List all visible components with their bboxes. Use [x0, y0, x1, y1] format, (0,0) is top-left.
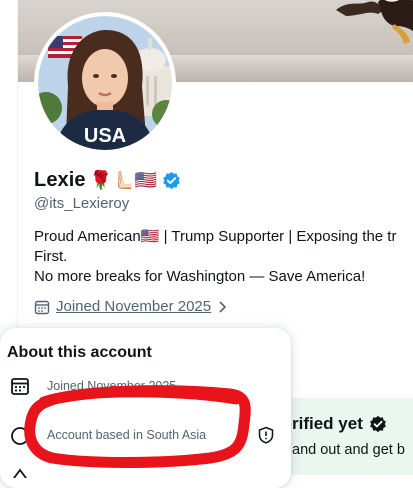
globe-icon — [11, 427, 29, 445]
display-name: Lexie — [34, 168, 86, 191]
about-card-title: About this account — [7, 344, 152, 361]
shield-icon[interactable] — [257, 426, 275, 444]
verify-panel-text: and out and get b — [292, 442, 405, 458]
about-location-row: Account based in South Asia — [10, 424, 280, 446]
bio-line-2: First. — [34, 248, 68, 265]
about-joined-row: Joined November 2025 — [10, 376, 176, 396]
avatar-image: USA — [38, 16, 172, 150]
joined-date-link[interactable]: Joined November 2025 — [56, 298, 211, 315]
avatar-shirt-text: USA — [84, 125, 126, 147]
about-account-card: About this account Joined November 2025 … — [0, 328, 291, 488]
chevron-right-icon — [219, 300, 227, 313]
verify-title-text: rified yet — [292, 414, 363, 433]
verified-badge-icon[interactable] — [162, 171, 181, 190]
joined-row[interactable]: Joined November 2025 — [34, 298, 227, 315]
verify-panel — [272, 398, 413, 475]
about-joined-text: Joined November 2025 — [47, 379, 177, 393]
calendar-icon — [34, 300, 50, 314]
bio: Proud American🇺🇸 | Trump Supporter | Exp… — [34, 227, 413, 287]
name-emojis: 🌹🫷🏻🇺🇸 — [89, 170, 157, 190]
partial-icon — [13, 468, 27, 478]
handle: @its_Lexieroy — [34, 195, 130, 212]
verify-panel-title: rified yet — [292, 414, 387, 434]
name-row: Lexie 🌹🫷🏻🇺🇸 — [34, 167, 181, 193]
profile-avatar[interactable]: USA — [34, 12, 176, 154]
about-location-text: Account based in South Asia — [47, 428, 207, 442]
bio-line-1: Proud American🇺🇸 | Trump Supporter | Exp… — [34, 228, 397, 245]
calendar-icon — [11, 378, 29, 395]
eagle-image — [336, 0, 413, 44]
verified-check-icon — [370, 415, 386, 433]
bio-line-3: No more breaks for Washington — Save Ame… — [34, 268, 366, 285]
